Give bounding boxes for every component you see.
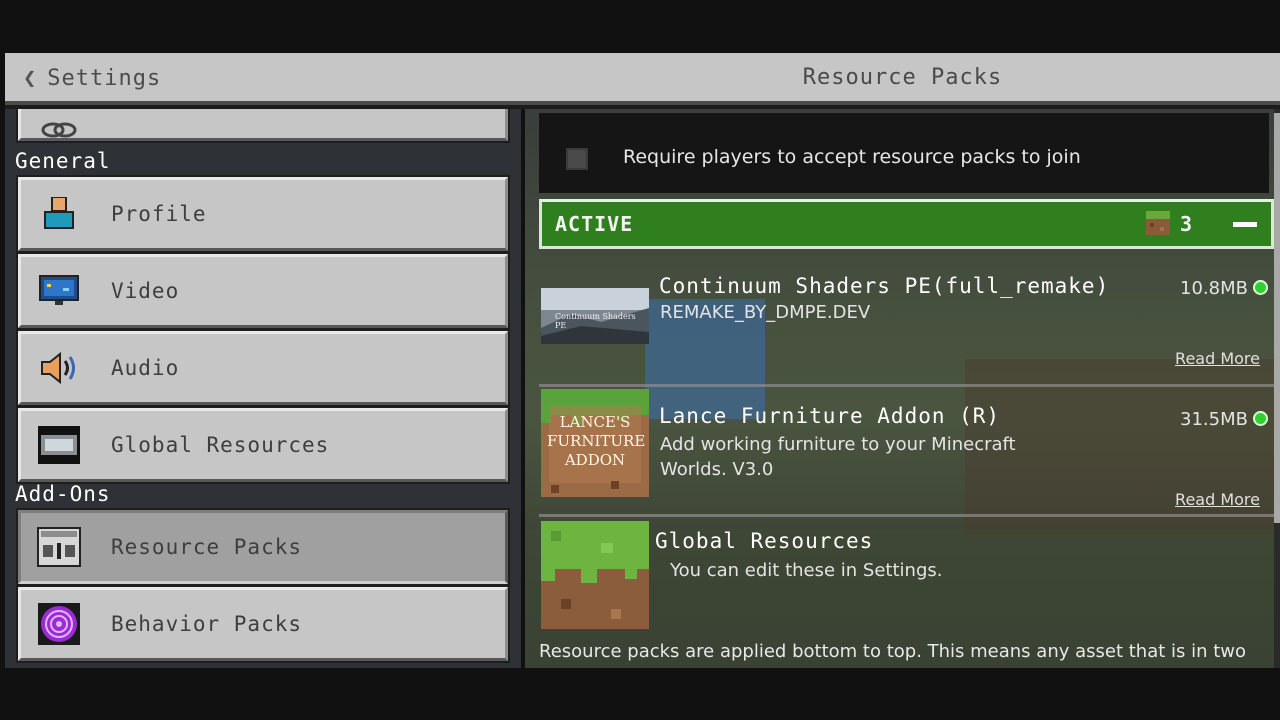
read-more-link[interactable]: Read More — [1175, 349, 1260, 368]
settings-window: ❮ Settings Resource Packs General Profil… — [5, 53, 1280, 668]
active-status-dot — [1253, 411, 1268, 426]
sidebar-item-audio[interactable]: Audio — [18, 331, 508, 405]
sidebar-item-resource-packs[interactable]: Resource Packs — [18, 510, 508, 584]
sidebar-item-label: Global Resources — [111, 433, 330, 457]
load-order-note: Resource packs are applied bottom to top… — [539, 641, 1247, 662]
sidebar-item-label: Behavior Packs — [111, 612, 303, 636]
pack-size: 31.5MB — [1180, 409, 1248, 430]
read-more-link[interactable]: Read More — [1175, 490, 1260, 509]
behavior-pack-icon — [37, 602, 81, 646]
sidebar-item-touch[interactable] — [18, 109, 508, 141]
pack-thumbnail-text: LANCE'S FURNITURE ADDON — [547, 413, 646, 469]
active-section-label: ACTIVE — [555, 212, 634, 236]
active-pack-count: 3 — [1180, 212, 1194, 236]
grass-block-icon — [1146, 211, 1170, 239]
page-title: Resource Packs — [802, 65, 1003, 90]
global-resources-icon — [37, 423, 81, 467]
resource-pack-icon — [37, 525, 81, 569]
pack-separator — [539, 514, 1274, 517]
back-button[interactable]: ❮ Settings — [23, 63, 161, 93]
pack-separator — [539, 384, 1274, 387]
chevron-left-icon: ❮ — [23, 65, 38, 91]
section-label-add-ons: Add-Ons — [15, 482, 111, 506]
pack-name: Lance Furniture Addon (R) — [659, 404, 1001, 428]
pack-item-global-resources[interactable]: Global Resources You can edit these in S… — [539, 521, 1274, 636]
pack-thumbnail: Continuum Shaders PE — [541, 288, 649, 344]
touch-icon — [37, 110, 81, 154]
sidebar[interactable]: General Profile Video Audio Global Resou… — [5, 109, 521, 668]
profile-icon — [37, 192, 81, 236]
sidebar-item-video[interactable]: Video — [18, 254, 508, 328]
monitor-icon — [37, 269, 81, 313]
speaker-icon — [37, 346, 81, 390]
sidebar-item-global-resources[interactable]: Global Resources — [18, 408, 508, 482]
pack-item-continuum[interactable]: Continuum Shaders PE Continuum Shaders P… — [539, 254, 1274, 384]
title-bar: ❮ Settings Resource Packs — [5, 53, 1280, 105]
pack-description: REMAKE_BY_DMPE.DEV — [660, 302, 871, 323]
pack-description: Add working furniture to your Minecraft … — [660, 434, 1016, 480]
sidebar-item-label: Audio — [111, 356, 180, 380]
active-status-dot — [1253, 280, 1268, 295]
grass-block-thumbnail — [541, 521, 649, 629]
scrollbar-thumb[interactable] — [1274, 113, 1280, 523]
sidebar-item-profile[interactable]: Profile — [18, 177, 508, 251]
sidebar-item-label: Video — [111, 279, 180, 303]
pack-item-lance-furniture[interactable]: LANCE'S FURNITURE ADDON Lance Furniture … — [539, 389, 1274, 519]
section-label-general: General — [15, 149, 111, 173]
sidebar-item-label: Resource Packs — [111, 535, 303, 559]
require-accept-checkbox[interactable] — [566, 148, 588, 170]
active-section-header[interactable]: ACTIVE 3 — [539, 199, 1274, 249]
back-label: Settings — [47, 65, 162, 91]
pack-name: Global Resources — [655, 529, 874, 553]
pack-thumbnail-text: Continuum Shaders PE — [555, 312, 636, 330]
pack-size: 10.8MB — [1180, 278, 1248, 299]
resource-packs-panel[interactable]: Require players to accept resource packs… — [525, 109, 1280, 668]
require-accept-row[interactable]: Require players to accept resource packs… — [539, 113, 1269, 193]
pack-thumbnail: LANCE'S FURNITURE ADDON — [541, 389, 649, 497]
sidebar-item-behavior-packs[interactable]: Behavior Packs — [18, 587, 508, 661]
pack-description: You can edit these in Settings. — [670, 560, 943, 581]
pack-name: Continuum Shaders PE(full_remake) — [659, 274, 1110, 298]
collapse-active-button[interactable] — [1230, 210, 1260, 238]
sidebar-item-label: Profile — [111, 202, 207, 226]
require-accept-label: Require players to accept resource packs… — [623, 146, 1081, 168]
